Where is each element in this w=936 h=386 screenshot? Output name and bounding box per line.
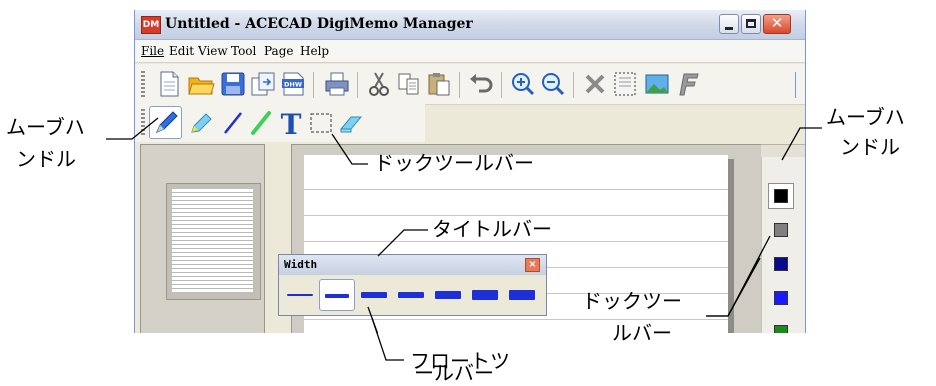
callout-lines — [106, 117, 822, 363]
annotation-float-toolbar-2: ールバー — [414, 361, 494, 385]
annotation-move-handle-left-2: ンドル — [16, 147, 76, 171]
annotation-title-bar: タイトルバー — [432, 217, 552, 241]
callout-line-move-handle-left — [106, 117, 159, 140]
callout-line-title-bar — [377, 229, 428, 257]
annotation-move-handle-left-1: ムーブハ — [6, 115, 85, 139]
callout-line-dock-toolbar-right — [706, 235, 771, 317]
annotation-move-handle-right-1: ムーブハ — [826, 105, 905, 129]
annotation-move-handle-right-2: ンドル — [840, 135, 900, 159]
annotation-dock-toolbar: ドックツールバー — [374, 151, 534, 175]
annotation-dock-toolbar-right-2: ルバー — [612, 321, 672, 345]
annotation-dock-toolbar-right-1: ドックツー — [582, 289, 682, 313]
callout-line-move-handle-right — [781, 127, 822, 161]
callout-line-dock-toolbar — [331, 133, 368, 165]
